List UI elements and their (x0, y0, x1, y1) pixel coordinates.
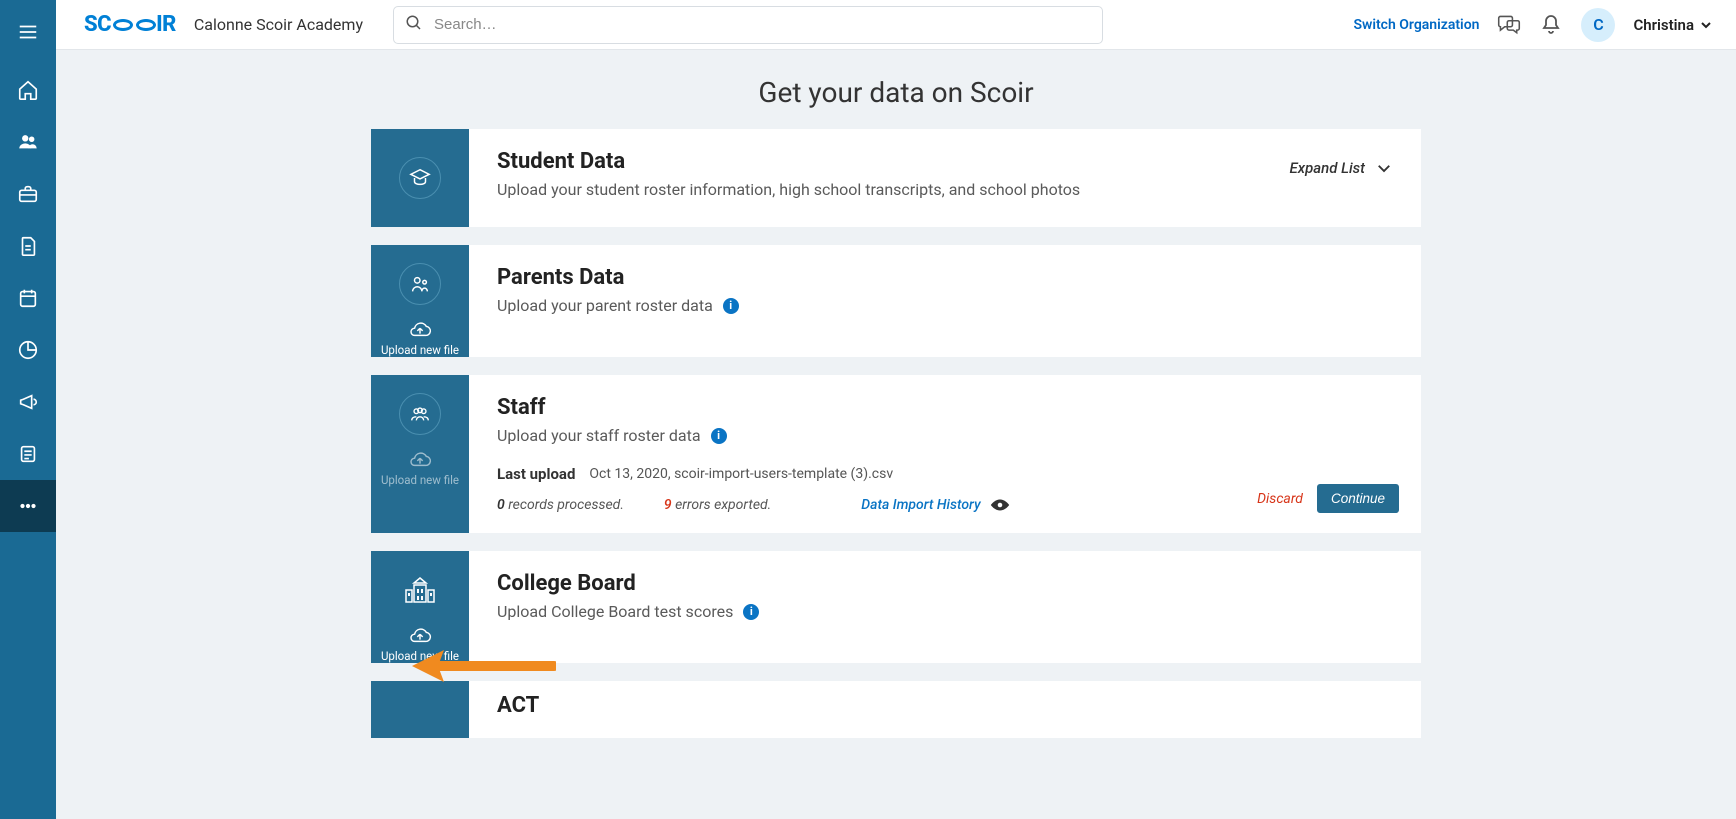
bell-icon[interactable] (1539, 13, 1563, 37)
eye-icon (989, 497, 1011, 513)
card-icon-student (371, 129, 469, 227)
username-label: Christina (1633, 16, 1694, 34)
parents-icon (409, 273, 431, 295)
cloud-upload-icon (408, 451, 432, 469)
search-input[interactable] (393, 6, 1103, 44)
continue-button[interactable]: Continue (1317, 484, 1399, 513)
card-college-board: Upload new file College Board Upload Col… (371, 551, 1421, 663)
card-icon-staff: Upload new file (371, 375, 469, 533)
expand-label: Expand List (1290, 159, 1365, 177)
list-icon (17, 443, 39, 465)
sidebar-item-list[interactable] (0, 428, 56, 480)
document-icon (17, 235, 39, 257)
upload-label: Upload new file (381, 343, 459, 357)
sidebar-item-briefcase[interactable] (0, 168, 56, 220)
card-act: ACT (371, 681, 1421, 738)
avatar[interactable]: C (1581, 8, 1615, 42)
info-icon[interactable]: i (743, 604, 759, 620)
megaphone-icon (17, 391, 39, 413)
last-upload-value: Oct 13, 2020, scoir-import-users-templat… (589, 466, 893, 482)
chevron-down-icon (1700, 19, 1712, 31)
card-title: Student Data (497, 149, 1393, 174)
card-title: ACT (497, 693, 1393, 718)
card-icon-college-board: Upload new file (371, 551, 469, 663)
topbar-right: Switch Organization C Christina (1353, 8, 1712, 42)
calendar-icon (17, 287, 39, 309)
last-upload-label: Last upload (497, 465, 575, 483)
people-icon (17, 131, 39, 153)
hamburger-icon (17, 21, 39, 43)
cards-container: Student Data Upload your student roster … (371, 129, 1421, 738)
card-icon-act (371, 681, 469, 738)
card-title: College Board (497, 571, 1393, 596)
cloud-upload-icon (408, 321, 432, 339)
sidebar-item-people[interactable] (0, 116, 56, 168)
upload-new-file-college-board[interactable]: Upload new file (381, 627, 459, 663)
cloud-upload-icon (408, 627, 432, 645)
chevron-down-icon (1375, 159, 1393, 177)
card-title: Parents Data (497, 265, 1393, 290)
more-icon (17, 495, 39, 517)
sidebar (0, 0, 56, 819)
card-desc: Upload your parent roster data i (497, 296, 1393, 315)
username-menu[interactable]: Christina (1633, 16, 1712, 34)
card-staff: Upload new file Staff Upload your staff … (371, 375, 1421, 533)
chat-icon[interactable] (1497, 13, 1521, 37)
switch-org-link[interactable]: Switch Organization (1353, 17, 1479, 33)
sidebar-item-home[interactable] (0, 64, 56, 116)
records-processed: 0 records processed. (497, 497, 624, 513)
upload-label: Upload new file (381, 473, 459, 487)
upload-new-file-staff[interactable]: Upload new file (381, 451, 459, 487)
card-parents-data: Upload new file Parents Data Upload your… (371, 245, 1421, 357)
graduate-icon (409, 167, 431, 189)
sidebar-item-megaphone[interactable] (0, 376, 56, 428)
search-icon (405, 14, 423, 36)
data-import-history-link[interactable]: Data Import History (861, 497, 1010, 513)
last-upload-row: Last upload Oct 13, 2020, scoir-import-u… (497, 465, 1393, 483)
upload-label: Upload new file (381, 649, 459, 663)
card-actions: Discard Continue (1257, 484, 1399, 513)
sidebar-hamburger[interactable] (0, 0, 56, 64)
sidebar-item-calendar[interactable] (0, 272, 56, 324)
errors-exported: 9 errors exported. (664, 497, 771, 513)
main: Get your data on Scoir Student Data Uplo… (56, 0, 1736, 738)
logo[interactable]: SCIR (84, 12, 176, 37)
card-student-data: Student Data Upload your student roster … (371, 129, 1421, 227)
card-desc: Upload College Board test scores i (497, 602, 1393, 621)
briefcase-icon (17, 183, 39, 205)
topbar: SCIR Calonne Scoir Academy Switch Organi… (56, 0, 1736, 50)
card-desc: Upload your staff roster data i (497, 426, 1393, 445)
card-icon-parents: Upload new file (371, 245, 469, 357)
sidebar-item-chart[interactable] (0, 324, 56, 376)
sidebar-item-more[interactable] (0, 480, 56, 532)
chart-icon (17, 339, 39, 361)
staff-icon (409, 403, 431, 425)
upload-new-file-parents[interactable]: Upload new file (381, 321, 459, 357)
building-icon (402, 576, 438, 604)
info-icon[interactable]: i (723, 298, 739, 314)
discard-button[interactable]: Discard (1257, 491, 1303, 507)
home-icon (17, 79, 39, 101)
search-wrap (393, 6, 1103, 44)
card-desc: Upload your student roster information, … (497, 180, 1393, 199)
org-name: Calonne Scoir Academy (194, 15, 363, 34)
expand-list-toggle[interactable]: Expand List (1290, 159, 1393, 177)
sidebar-item-document[interactable] (0, 220, 56, 272)
info-icon[interactable]: i (711, 428, 727, 444)
page-title: Get your data on Scoir (56, 50, 1736, 129)
card-title: Staff (497, 395, 1393, 420)
